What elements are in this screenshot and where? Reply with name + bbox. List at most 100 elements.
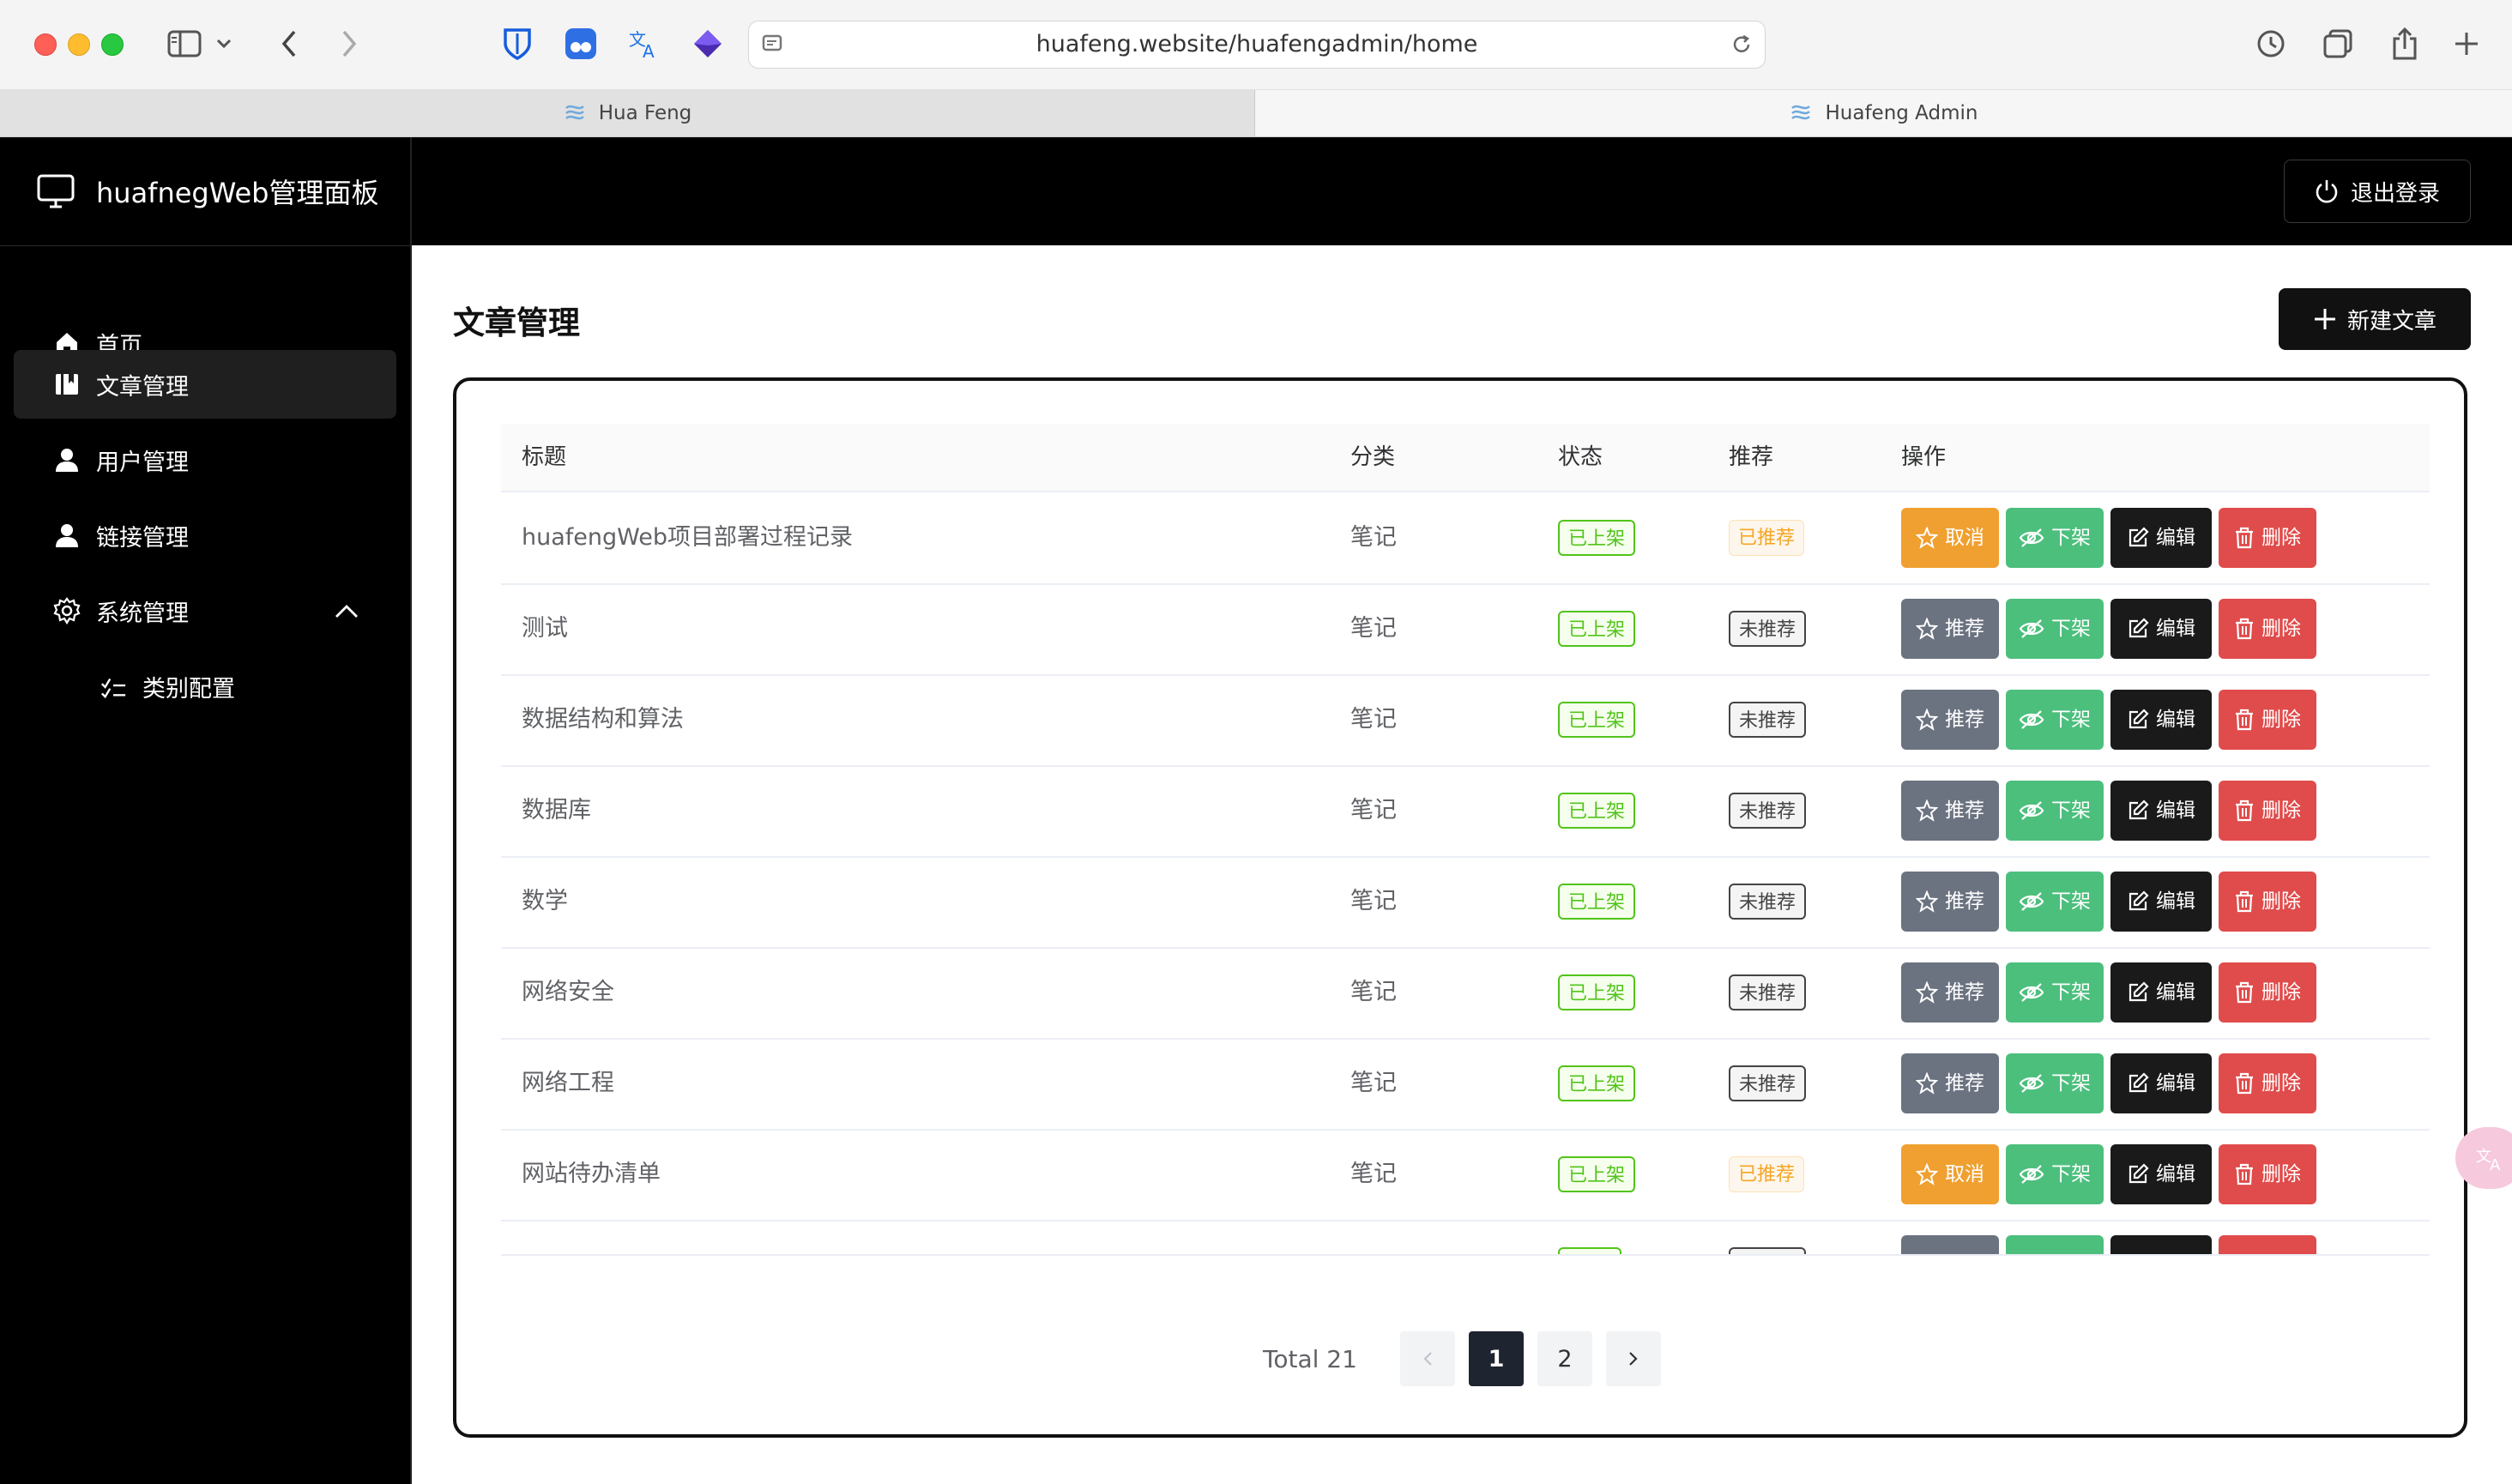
logout-label: 退出登录 xyxy=(2350,180,2440,207)
forward-icon[interactable] xyxy=(328,22,371,65)
table-row[interactable]: huafengWeb项目部署过程记录 笔记 已上架 已推荐 取消 下架 编辑 删除 xyxy=(501,492,2430,585)
unlist-button[interactable] xyxy=(2006,1235,2104,1254)
user-icon xyxy=(53,446,81,474)
recommend-toggle-button[interactable]: 取消 xyxy=(1901,508,1999,568)
page-button-1[interactable]: 1 xyxy=(1469,1331,1524,1386)
history-icon[interactable] xyxy=(2249,22,2292,65)
sidebar-item-articles[interactable]: 文章管理 xyxy=(14,350,396,419)
unlist-button[interactable]: 下架 xyxy=(2006,1053,2104,1113)
unlist-button[interactable]: 下架 xyxy=(2006,781,2104,841)
translate-icon[interactable]: 文A xyxy=(623,22,666,65)
status-badge xyxy=(1558,1247,1621,1254)
delete-button[interactable]: 删除 xyxy=(2219,1144,2316,1204)
bitwarden-shield-icon[interactable] xyxy=(496,22,539,65)
article-table-card: 标题 分类 状态 推荐 操作 huafengWeb项目部署过程记录 笔记 已上架 已推… xyxy=(453,377,2467,1438)
table-row[interactable]: 网络工程 笔记 已上架 未推荐 推荐 下架 编辑 删除 xyxy=(501,1038,2430,1131)
edit-button[interactable]: 编辑 xyxy=(2110,872,2212,932)
floating-translate-icon[interactable]: 文A xyxy=(2455,1127,2512,1189)
table-row[interactable]: 网站待办清单 笔记 已上架 已推荐 取消 下架 编辑 删除 xyxy=(501,1129,2430,1222)
sidebar-item-links[interactable]: 链接管理 xyxy=(14,501,396,570)
back-icon[interactable] xyxy=(268,22,311,65)
sidebar-toggle-icon[interactable] xyxy=(163,22,206,65)
chevron-right-icon xyxy=(1629,1352,1638,1366)
table-row[interactable]: 数据结构和算法 笔记 已上架 未推荐 推荐 下架 编辑 删除 xyxy=(501,674,2430,767)
button-label: 下架 xyxy=(2051,799,2091,822)
status-badge: 已上架 xyxy=(1558,793,1636,829)
prev-page-button[interactable] xyxy=(1400,1331,1455,1386)
article-category: 笔记 xyxy=(1350,706,1397,733)
extension-purple-icon[interactable] xyxy=(686,22,729,65)
unlist-button[interactable]: 下架 xyxy=(2006,962,2104,1023)
close-window-button[interactable] xyxy=(34,33,57,56)
user-icon xyxy=(53,522,81,549)
recommend-toggle-button[interactable]: 推荐 xyxy=(1901,599,1999,659)
delete-button[interactable]: 删除 xyxy=(2219,599,2316,659)
recommend-toggle-button[interactable]: 推荐 xyxy=(1901,962,1999,1023)
edit-button[interactable]: 编辑 xyxy=(2110,690,2212,750)
tab-huafeng-admin[interactable]: Huafeng Admin xyxy=(1255,90,2512,136)
table-row[interactable]: 测试 笔记 已上架 未推荐 推荐 下架 编辑 删除 xyxy=(501,583,2430,676)
share-icon[interactable] xyxy=(2383,22,2426,65)
reload-icon[interactable] xyxy=(1730,33,1753,59)
recommend-toggle-button[interactable]: 推荐 xyxy=(1901,1053,1999,1113)
zoom-window-button[interactable] xyxy=(101,33,124,56)
delete-button[interactable] xyxy=(2219,1235,2316,1254)
article-table[interactable]: 标题 分类 状态 推荐 操作 huafengWeb项目部署过程记录 笔记 已上架 已推… xyxy=(501,424,2430,1256)
button-label: 编辑 xyxy=(2156,527,2195,549)
logout-button[interactable]: 退出登录 xyxy=(2284,160,2471,223)
url-text[interactable]: huafeng.website/huafengadmin/home xyxy=(749,21,1765,68)
eye-off-icon xyxy=(2019,1074,2044,1093)
trash-icon xyxy=(2236,890,2253,913)
eye-off-icon xyxy=(2019,801,2044,820)
table-row[interactable]: 网络安全 笔记 已上架 未推荐 推荐 下架 编辑 删除 xyxy=(501,947,2430,1040)
edit-button[interactable]: 编辑 xyxy=(2110,962,2212,1023)
new-tab-icon[interactable] xyxy=(2445,22,2488,65)
delete-button[interactable]: 删除 xyxy=(2219,872,2316,932)
unlist-button[interactable]: 下架 xyxy=(2006,599,2104,659)
chevron-down-icon[interactable] xyxy=(211,22,237,65)
sidebar-item-system[interactable]: 系统管理 xyxy=(14,576,396,645)
page-title: 文章管理 xyxy=(453,305,580,341)
recommend-toggle-button[interactable]: 取消 xyxy=(1901,1144,1999,1204)
chevron-left-icon xyxy=(1423,1352,1432,1366)
page-button-2[interactable]: 2 xyxy=(1537,1331,1592,1386)
unlist-button[interactable]: 下架 xyxy=(2006,1144,2104,1204)
sidebar-item-users[interactable]: 用户管理 xyxy=(14,425,396,494)
eye-off-icon xyxy=(2019,983,2044,1002)
eye-off-icon xyxy=(2019,1165,2044,1184)
delete-button[interactable]: 删除 xyxy=(2219,781,2316,841)
edit-button[interactable]: 编辑 xyxy=(2110,1053,2212,1113)
recommend-toggle-button[interactable]: 推荐 xyxy=(1901,781,1999,841)
unlist-button[interactable]: 下架 xyxy=(2006,690,2104,750)
button-label: 下架 xyxy=(2051,618,2091,640)
edit-button[interactable]: 编辑 xyxy=(2110,781,2212,841)
table-row[interactable]: 数据库 笔记 已上架 未推荐 推荐 下架 编辑 删除 xyxy=(501,765,2430,858)
edit-button[interactable] xyxy=(2110,1235,2212,1254)
sidebar-item-category-config[interactable]: 类别配置 xyxy=(14,652,396,721)
extension-blue-icon[interactable] xyxy=(559,22,602,65)
minimize-window-button[interactable] xyxy=(68,33,90,56)
tab-overview-icon[interactable] xyxy=(2316,22,2359,65)
article-category: 笔记 xyxy=(1350,979,1397,1005)
recommend-toggle-button[interactable]: 推荐 xyxy=(1901,872,1999,932)
recommend-toggle-button[interactable] xyxy=(1901,1235,1999,1254)
recommend-toggle-button[interactable]: 推荐 xyxy=(1901,690,1999,750)
table-row[interactable]: 数学 笔记 已上架 未推荐 推荐 下架 编辑 删除 xyxy=(501,856,2430,949)
button-label: 下架 xyxy=(2051,1072,2091,1095)
top-header: 退出登录 xyxy=(412,137,2512,245)
delete-button[interactable]: 删除 xyxy=(2219,690,2316,750)
unlist-button[interactable]: 下架 xyxy=(2006,508,2104,568)
address-bar[interactable]: huafeng.website/huafengadmin/home xyxy=(748,21,1766,69)
unlist-button[interactable]: 下架 xyxy=(2006,872,2104,932)
next-page-button[interactable] xyxy=(1606,1331,1661,1386)
delete-button[interactable]: 删除 xyxy=(2219,962,2316,1023)
status-badge: 已上架 xyxy=(1558,611,1636,647)
edit-button[interactable]: 编辑 xyxy=(2110,508,2212,568)
edit-button[interactable]: 编辑 xyxy=(2110,1144,2212,1204)
chevron-up-icon[interactable] xyxy=(335,599,359,625)
delete-button[interactable]: 删除 xyxy=(2219,508,2316,568)
edit-button[interactable]: 编辑 xyxy=(2110,599,2212,659)
delete-button[interactable]: 删除 xyxy=(2219,1053,2316,1113)
new-article-button[interactable]: 新建文章 xyxy=(2279,288,2471,350)
tab-hua-feng[interactable]: Hua Feng xyxy=(0,90,1255,136)
